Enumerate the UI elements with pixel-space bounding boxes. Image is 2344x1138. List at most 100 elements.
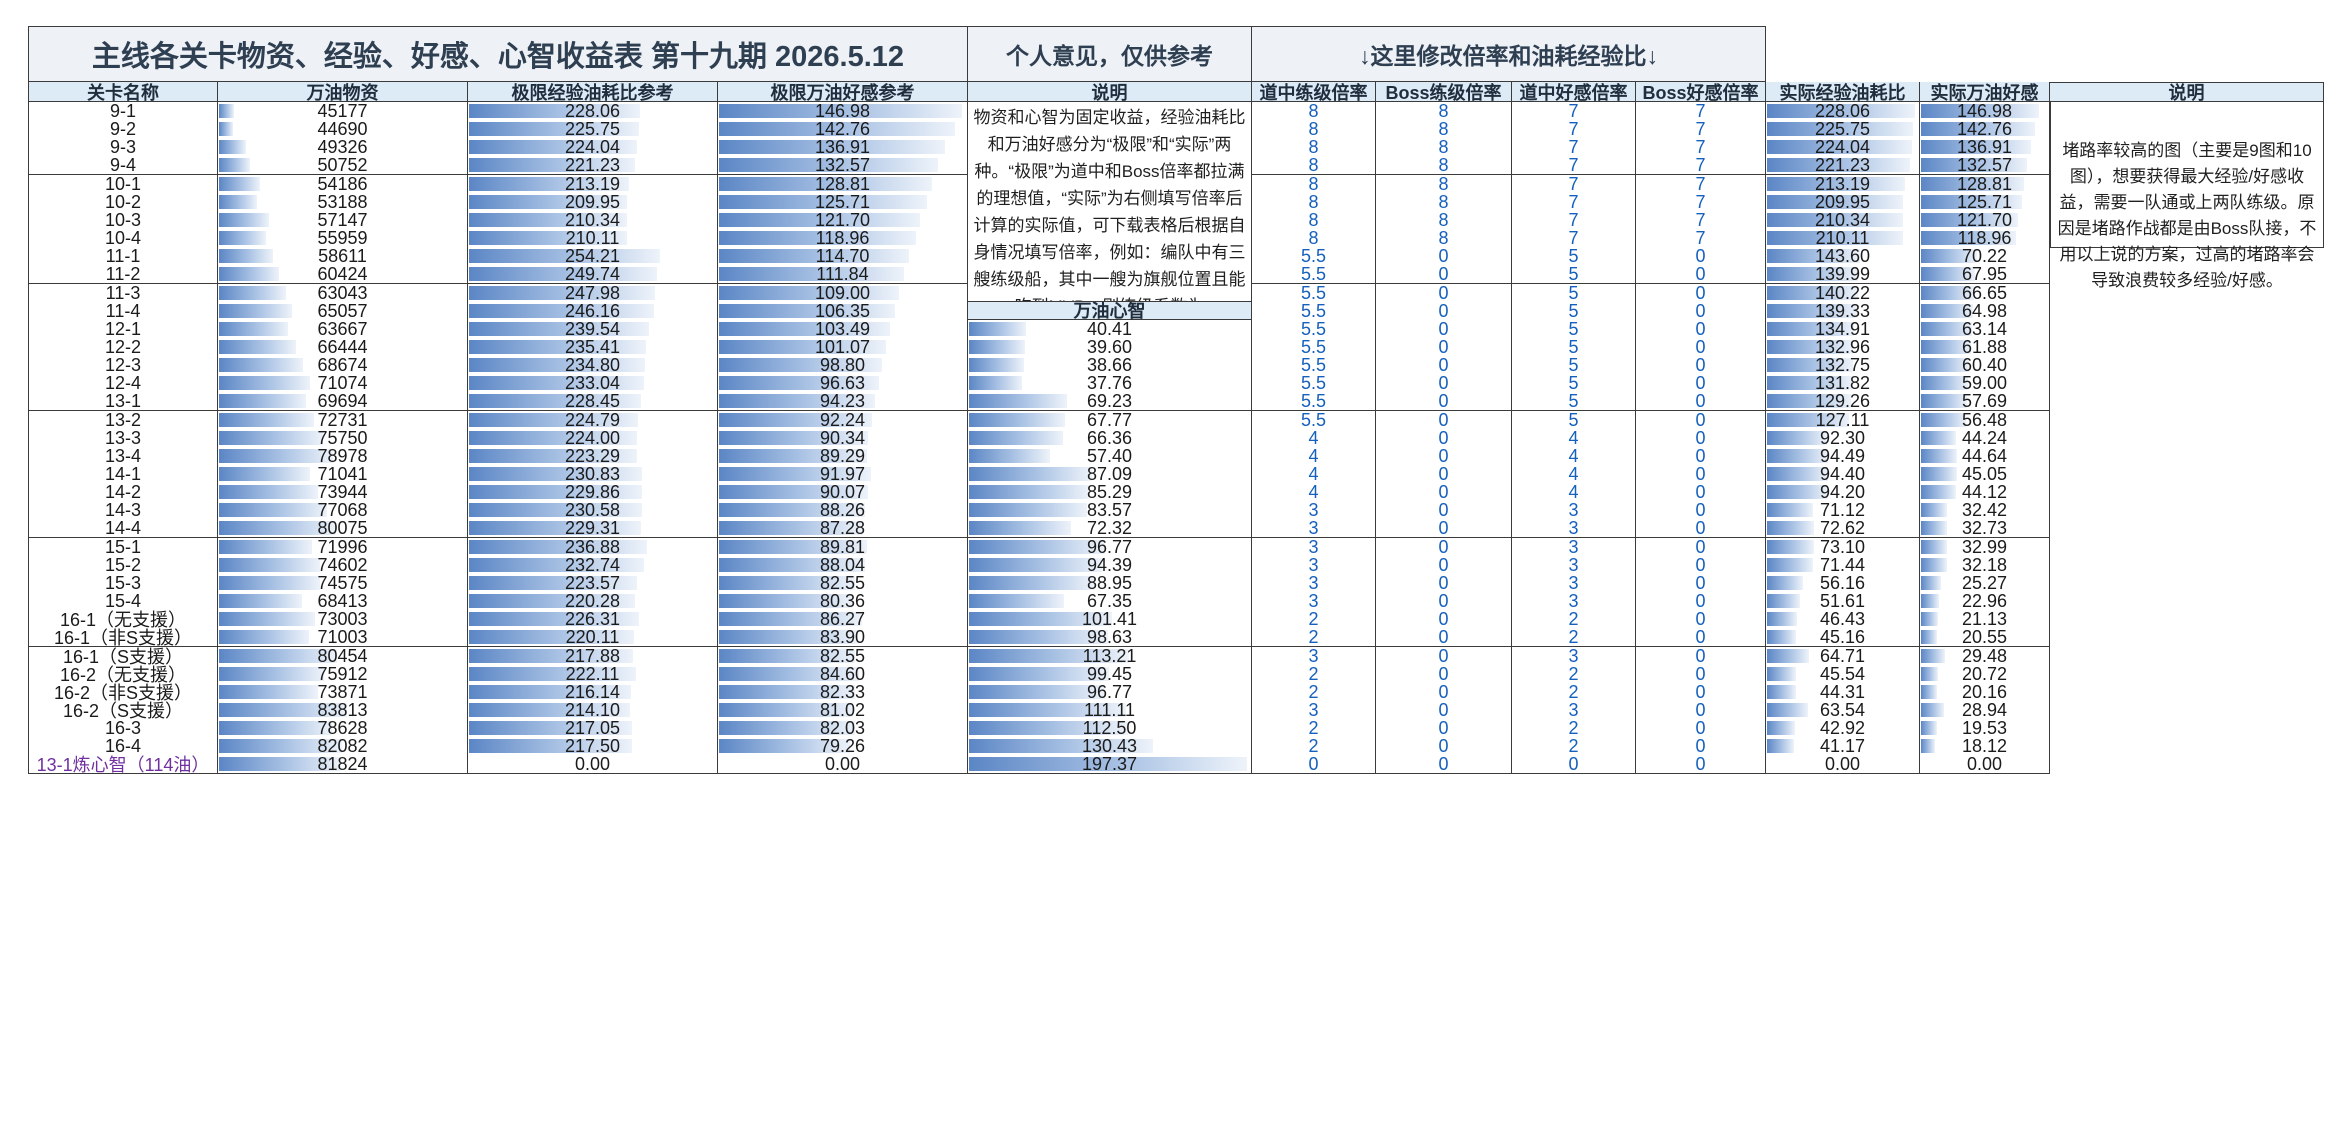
limit-exp-ratio-cell[interactable]: 239.54: [468, 320, 718, 339]
boss-exp-mult-cell[interactable]: 0: [1376, 411, 1512, 430]
boss-fav-mult-cell[interactable]: 0: [1636, 501, 1766, 520]
supply-cell[interactable]: 55959: [218, 229, 468, 248]
mind-cell[interactable]: 101.41: [968, 610, 1252, 629]
limit-favor-cell[interactable]: 101.07: [718, 338, 968, 357]
limit-exp-ratio-cell[interactable]: 0.00: [468, 755, 718, 774]
road-exp-mult-cell[interactable]: 3: [1252, 519, 1376, 538]
actual-exp-ratio-cell[interactable]: 132.96: [1766, 338, 1920, 357]
actual-exp-ratio-cell[interactable]: 56.16: [1766, 574, 1920, 593]
actual-favor-cell[interactable]: 136.91: [1920, 138, 2050, 157]
column-header[interactable]: 实际万油好感: [1920, 82, 2050, 102]
stage-name-cell[interactable]: 9-1: [28, 102, 218, 121]
actual-favor-cell[interactable]: 44.24: [1920, 429, 2050, 448]
road-fav-mult-cell[interactable]: 3: [1512, 647, 1636, 666]
supply-cell[interactable]: 78978: [218, 447, 468, 466]
road-fav-mult-cell[interactable]: 4: [1512, 483, 1636, 502]
limit-favor-cell[interactable]: 81.02: [718, 701, 968, 720]
stage-name-cell[interactable]: 13-4: [28, 447, 218, 466]
limit-exp-ratio-cell[interactable]: 213.19: [468, 175, 718, 194]
limit-favor-cell[interactable]: 142.76: [718, 120, 968, 139]
stage-name-cell[interactable]: 12-1: [28, 320, 218, 339]
mind-cell[interactable]: 40.41: [968, 320, 1252, 339]
boss-exp-mult-cell[interactable]: 8: [1376, 120, 1512, 139]
road-exp-mult-cell[interactable]: 4: [1252, 483, 1376, 502]
road-exp-mult-cell[interactable]: 3: [1252, 501, 1376, 520]
actual-favor-cell[interactable]: 70.22: [1920, 247, 2050, 266]
actual-favor-cell[interactable]: 125.71: [1920, 193, 2050, 212]
actual-favor-cell[interactable]: 28.94: [1920, 701, 2050, 720]
boss-fav-mult-cell[interactable]: 0: [1636, 302, 1766, 321]
mind-cell[interactable]: 67.35: [968, 592, 1252, 611]
boss-exp-mult-cell[interactable]: 0: [1376, 556, 1512, 575]
mind-cell[interactable]: 113.21: [968, 647, 1252, 666]
limit-exp-ratio-cell[interactable]: 254.21: [468, 247, 718, 266]
boss-exp-mult-cell[interactable]: 0: [1376, 247, 1512, 266]
stage-name-cell[interactable]: 12-3: [28, 356, 218, 375]
actual-exp-ratio-cell[interactable]: 139.99: [1766, 265, 1920, 284]
road-fav-mult-cell[interactable]: 2: [1512, 610, 1636, 629]
limit-favor-cell[interactable]: 87.28: [718, 519, 968, 538]
stage-name-cell[interactable]: 15-3: [28, 574, 218, 593]
column-header[interactable]: Boss练级倍率: [1376, 82, 1512, 102]
boss-fav-mult-cell[interactable]: 0: [1636, 755, 1766, 774]
stage-name-cell[interactable]: 10-3: [28, 211, 218, 230]
road-fav-mult-cell[interactable]: 7: [1512, 120, 1636, 139]
actual-exp-ratio-cell[interactable]: 209.95: [1766, 193, 1920, 212]
stage-name-cell[interactable]: 10-4: [28, 229, 218, 248]
road-fav-mult-cell[interactable]: 3: [1512, 701, 1636, 720]
stage-name-cell[interactable]: 10-1: [28, 175, 218, 194]
actual-favor-cell[interactable]: 20.55: [1920, 628, 2050, 647]
road-fav-mult-cell[interactable]: 4: [1512, 447, 1636, 466]
stage-name-cell[interactable]: 12-2: [28, 338, 218, 357]
supply-cell[interactable]: 71074: [218, 374, 468, 393]
mind-cell[interactable]: 67.77: [968, 411, 1252, 430]
limit-exp-ratio-cell[interactable]: 224.04: [468, 138, 718, 157]
limit-favor-cell[interactable]: 98.80: [718, 356, 968, 375]
boss-fav-mult-cell[interactable]: 0: [1636, 737, 1766, 756]
limit-favor-cell[interactable]: 86.27: [718, 610, 968, 629]
boss-exp-mult-cell[interactable]: 0: [1376, 320, 1512, 339]
road-exp-mult-cell[interactable]: 8: [1252, 193, 1376, 212]
road-exp-mult-cell[interactable]: 8: [1252, 175, 1376, 194]
actual-favor-cell[interactable]: 0.00: [1920, 755, 2050, 774]
road-fav-mult-cell[interactable]: 3: [1512, 592, 1636, 611]
road-exp-mult-cell[interactable]: 3: [1252, 574, 1376, 593]
boss-fav-mult-cell[interactable]: 7: [1636, 138, 1766, 157]
stage-name-cell[interactable]: 14-1: [28, 465, 218, 484]
road-exp-mult-cell[interactable]: 2: [1252, 737, 1376, 756]
boss-fav-mult-cell[interactable]: 0: [1636, 247, 1766, 266]
road-exp-mult-cell[interactable]: 8: [1252, 229, 1376, 248]
road-fav-mult-cell[interactable]: 5: [1512, 356, 1636, 375]
mind-cell[interactable]: 87.09: [968, 465, 1252, 484]
limit-favor-cell[interactable]: 80.36: [718, 592, 968, 611]
boss-exp-mult-cell[interactable]: 8: [1376, 229, 1512, 248]
boss-exp-mult-cell[interactable]: 0: [1376, 519, 1512, 538]
actual-favor-cell[interactable]: 44.12: [1920, 483, 2050, 502]
limit-favor-cell[interactable]: 132.57: [718, 156, 968, 175]
road-exp-mult-cell[interactable]: 8: [1252, 102, 1376, 121]
boss-exp-mult-cell[interactable]: 0: [1376, 374, 1512, 393]
actual-favor-cell[interactable]: 128.81: [1920, 175, 2050, 194]
actual-exp-ratio-cell[interactable]: 72.62: [1766, 519, 1920, 538]
actual-exp-ratio-cell[interactable]: 45.16: [1766, 628, 1920, 647]
actual-favor-cell[interactable]: 19.53: [1920, 719, 2050, 738]
column-header[interactable]: Boss好感倍率: [1636, 82, 1766, 102]
road-fav-mult-cell[interactable]: 3: [1512, 519, 1636, 538]
actual-favor-cell[interactable]: 121.70: [1920, 211, 2050, 230]
actual-favor-cell[interactable]: 20.72: [1920, 665, 2050, 684]
limit-exp-ratio-cell[interactable]: 222.11: [468, 665, 718, 684]
supply-cell[interactable]: 71041: [218, 465, 468, 484]
limit-exp-ratio-cell[interactable]: 223.57: [468, 574, 718, 593]
actual-exp-ratio-cell[interactable]: 210.34: [1766, 211, 1920, 230]
actual-favor-cell[interactable]: 63.14: [1920, 320, 2050, 339]
boss-fav-mult-cell[interactable]: 0: [1636, 719, 1766, 738]
actual-favor-cell[interactable]: 59.00: [1920, 374, 2050, 393]
supply-cell[interactable]: 75750: [218, 429, 468, 448]
title-cell[interactable]: 主线各关卡物资、经验、好感、心智收益表 第十九期 2026.5.12: [28, 26, 968, 82]
road-exp-mult-cell[interactable]: 5.5: [1252, 374, 1376, 393]
actual-exp-ratio-cell[interactable]: 94.20: [1766, 483, 1920, 502]
limit-exp-ratio-cell[interactable]: 228.06: [468, 102, 718, 121]
limit-exp-ratio-cell[interactable]: 214.10: [468, 701, 718, 720]
stage-name-cell[interactable]: 9-3: [28, 138, 218, 157]
limit-favor-cell[interactable]: 90.07: [718, 483, 968, 502]
